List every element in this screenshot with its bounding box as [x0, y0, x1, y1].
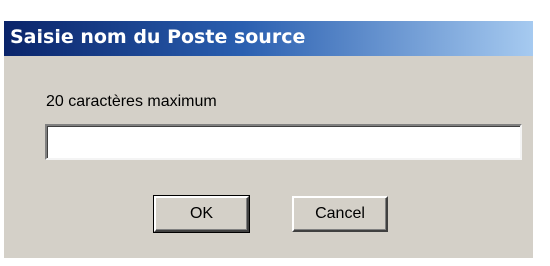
title-bar[interactable]: Saisie nom du Poste source — [4, 21, 533, 56]
dialog-window: Saisie nom du Poste source 20 caractères… — [4, 21, 533, 258]
window-title: Saisie nom du Poste source — [10, 26, 306, 48]
name-input[interactable] — [45, 124, 522, 160]
ok-button-label: OK — [189, 205, 214, 222]
field-label: 20 caractères maximum — [46, 93, 217, 110]
ok-button[interactable]: OK — [153, 195, 250, 233]
cancel-button[interactable]: Cancel — [292, 196, 388, 232]
cancel-button-label: Cancel — [315, 205, 365, 222]
